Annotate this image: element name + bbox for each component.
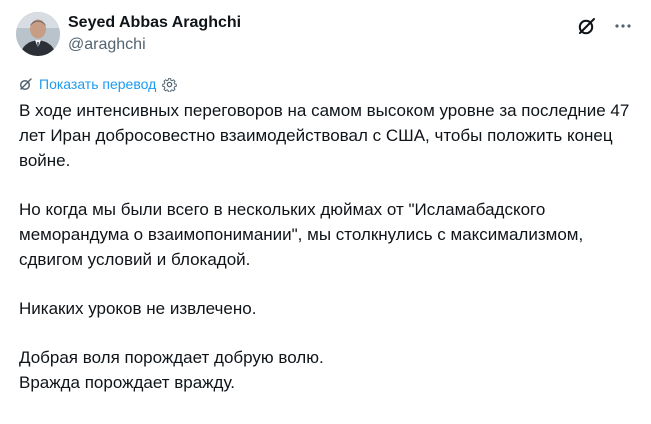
gear-icon[interactable]: [162, 77, 178, 92]
tweet-text: В ходе интенсивных переговоров на самом …: [19, 98, 639, 395]
tweet-paragraph: Никаких уроков не извлечено.: [19, 299, 257, 318]
avatar[interactable]: [16, 12, 60, 56]
author-block: Seyed Abbas Araghchi @araghchi: [68, 13, 241, 55]
author-name[interactable]: Seyed Abbas Araghchi: [68, 13, 241, 33]
avatar-photo: [16, 12, 60, 56]
author-handle[interactable]: @araghchi: [68, 35, 241, 55]
tweet: Seyed Abbas Araghchi @araghchi Показать …: [0, 0, 651, 424]
translate-icon: [19, 77, 33, 91]
tweet-paragraph: Добрая воля порождает добрую волю. Вражд…: [19, 348, 324, 392]
top-actions: [573, 12, 637, 40]
tweet-paragraph: Но когда мы были всего в нескольких дюйм…: [19, 200, 584, 269]
grok-icon[interactable]: [573, 12, 601, 40]
translate-row: Показать перевод: [19, 75, 178, 93]
tweet-paragraph: В ходе интенсивных переговоров на самом …: [19, 101, 630, 170]
show-translation-link[interactable]: Показать перевод: [39, 75, 156, 93]
more-icon[interactable]: [609, 12, 637, 40]
